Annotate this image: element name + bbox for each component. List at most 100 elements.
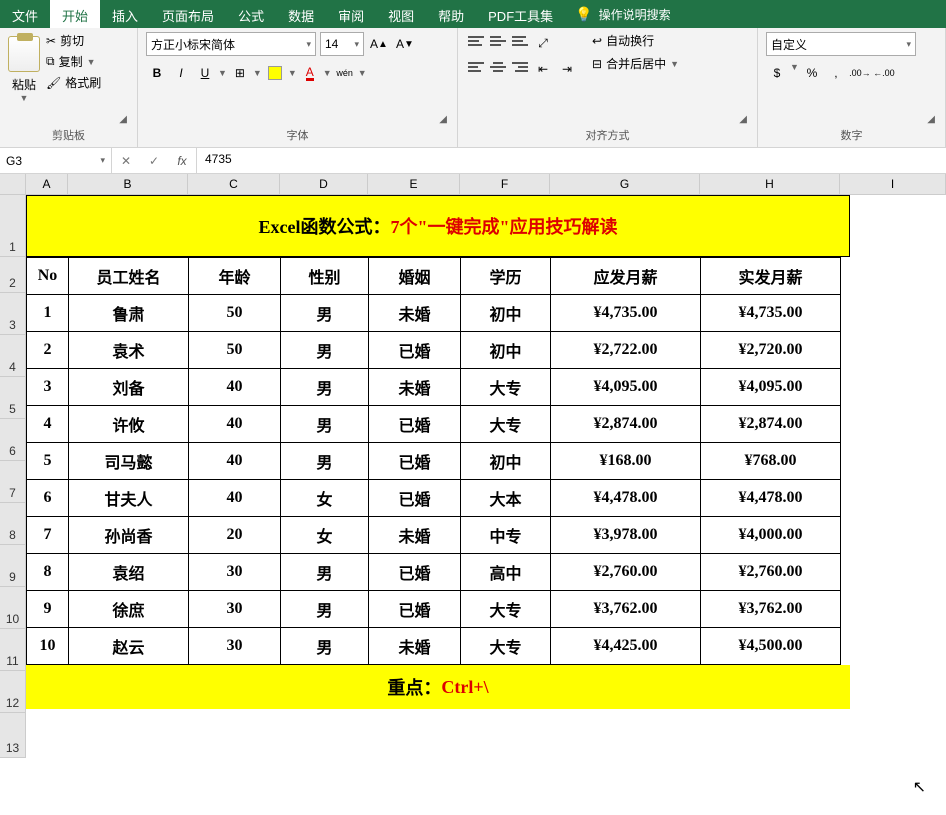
table-cell[interactable]: 20	[189, 517, 281, 554]
table-cell[interactable]: 男	[281, 406, 369, 443]
row-header[interactable]: 13	[0, 713, 26, 758]
row-header[interactable]: 2	[0, 257, 26, 293]
increase-indent-button[interactable]: ⇥	[556, 58, 578, 80]
table-cell[interactable]: 30	[189, 554, 281, 591]
table-cell[interactable]: ¥768.00	[701, 443, 841, 480]
table-cell[interactable]: ¥4,478.00	[551, 480, 701, 517]
menu-help[interactable]: 帮助	[426, 0, 476, 28]
table-cell[interactable]: 9	[27, 591, 69, 628]
align-right-button[interactable]	[510, 58, 530, 76]
table-cell[interactable]: 初中	[461, 332, 551, 369]
title-merged-cell[interactable]: Excel函数公式： 7个"一键完成"应用技巧解读	[26, 195, 850, 257]
table-cell[interactable]: 7	[27, 517, 69, 554]
table-cell[interactable]: 40	[189, 369, 281, 406]
table-cell[interactable]: 男	[281, 628, 369, 665]
table-cell[interactable]: ¥2,760.00	[701, 554, 841, 591]
col-header[interactable]: C	[188, 174, 280, 195]
col-header[interactable]: G	[550, 174, 700, 195]
table-cell[interactable]: 女	[281, 517, 369, 554]
font-color-button[interactable]: A	[299, 62, 321, 84]
table-cell[interactable]: 大本	[461, 480, 551, 517]
table-cell[interactable]: ¥4,095.00	[551, 369, 701, 406]
table-cell[interactable]: 2	[27, 332, 69, 369]
table-cell[interactable]: 已婚	[369, 443, 461, 480]
table-cell[interactable]: 6	[27, 480, 69, 517]
menu-formulas[interactable]: 公式	[226, 0, 276, 28]
font-name-select[interactable]: 方正小标宋简体▾	[146, 32, 316, 56]
select-all-corner[interactable]	[0, 174, 26, 195]
table-cell[interactable]: 徐庶	[69, 591, 189, 628]
col-header[interactable]: A	[26, 174, 68, 195]
table-cell[interactable]: 已婚	[369, 332, 461, 369]
table-cell[interactable]: ¥4,735.00	[551, 295, 701, 332]
table-cell[interactable]: 未婚	[369, 369, 461, 406]
table-cell[interactable]: 女	[281, 480, 369, 517]
bold-button[interactable]: B	[146, 62, 168, 84]
table-cell[interactable]: 初中	[461, 295, 551, 332]
align-top-button[interactable]	[466, 32, 486, 50]
row-header[interactable]: 11	[0, 629, 26, 671]
table-cell[interactable]: ¥2,720.00	[701, 332, 841, 369]
table-cell[interactable]: 4	[27, 406, 69, 443]
menu-page-layout[interactable]: 页面布局	[150, 0, 226, 28]
footer-merged-cell[interactable]: 重点： Ctrl+\	[26, 665, 850, 709]
table-cell[interactable]: ¥3,762.00	[551, 591, 701, 628]
table-cell[interactable]: 男	[281, 369, 369, 406]
table-cell[interactable]: 未婚	[369, 628, 461, 665]
orientation-button[interactable]: ⤢	[532, 32, 554, 54]
table-cell[interactable]: ¥2,874.00	[551, 406, 701, 443]
menu-view[interactable]: 视图	[376, 0, 426, 28]
row-header[interactable]: 6	[0, 419, 26, 461]
table-cell[interactable]: 孙尚香	[69, 517, 189, 554]
col-header[interactable]: F	[460, 174, 550, 195]
table-cell[interactable]: 30	[189, 628, 281, 665]
percent-format-button[interactable]: %	[801, 62, 823, 84]
table-header-cell[interactable]: 应发月薪	[551, 258, 701, 295]
row-header[interactable]: 7	[0, 461, 26, 503]
italic-button[interactable]: I	[170, 62, 192, 84]
table-header-cell[interactable]: 婚姻	[369, 258, 461, 295]
table-header-cell[interactable]: 实发月薪	[701, 258, 841, 295]
menu-insert[interactable]: 插入	[100, 0, 150, 28]
table-cell[interactable]: ¥4,425.00	[551, 628, 701, 665]
table-cell[interactable]: 已婚	[369, 406, 461, 443]
menu-pdf-tools[interactable]: PDF工具集	[476, 0, 565, 28]
fx-icon[interactable]: fx	[168, 154, 196, 168]
name-box[interactable]: G3▾	[0, 148, 112, 173]
underline-button[interactable]: U	[194, 62, 216, 84]
paste-button[interactable]: 粘贴 ▼	[8, 32, 40, 103]
table-cell[interactable]: 未婚	[369, 295, 461, 332]
table-cell[interactable]: 高中	[461, 554, 551, 591]
row-header[interactable]: 9	[0, 545, 26, 587]
table-cell[interactable]: 已婚	[369, 591, 461, 628]
table-cell[interactable]: 40	[189, 443, 281, 480]
decrease-font-button[interactable]: A▼	[394, 33, 416, 55]
table-cell[interactable]: ¥4,000.00	[701, 517, 841, 554]
table-header-cell[interactable]: 员工姓名	[69, 258, 189, 295]
table-cell[interactable]: 男	[281, 295, 369, 332]
align-middle-button[interactable]	[488, 32, 508, 50]
row-header[interactable]: 1	[0, 195, 26, 257]
table-cell[interactable]: 刘备	[69, 369, 189, 406]
dialog-launcher-icon[interactable]: ◢	[766, 114, 937, 125]
table-cell[interactable]: 大专	[461, 406, 551, 443]
align-bottom-button[interactable]	[510, 32, 530, 50]
table-cell[interactable]: 甘夫人	[69, 480, 189, 517]
menu-home[interactable]: 开始	[50, 0, 100, 28]
table-cell[interactable]: 未婚	[369, 517, 461, 554]
table-cell[interactable]: ¥4,500.00	[701, 628, 841, 665]
table-header-cell[interactable]: No	[27, 258, 69, 295]
table-cell[interactable]: ¥168.00	[551, 443, 701, 480]
row-header[interactable]: 4	[0, 335, 26, 377]
decrease-indent-button[interactable]: ⇤	[532, 58, 554, 80]
table-cell[interactable]: 5	[27, 443, 69, 480]
table-cell[interactable]: 许攸	[69, 406, 189, 443]
table-cell[interactable]: 大专	[461, 591, 551, 628]
table-cell[interactable]: ¥2,874.00	[701, 406, 841, 443]
table-cell[interactable]: 男	[281, 554, 369, 591]
menu-file[interactable]: 文件	[0, 0, 50, 28]
dialog-launcher-icon[interactable]: ◢	[8, 114, 129, 125]
decrease-decimal-button[interactable]: ←.00	[873, 62, 895, 84]
confirm-edit-button[interactable]: ✓	[140, 154, 168, 168]
table-cell[interactable]: ¥2,760.00	[551, 554, 701, 591]
